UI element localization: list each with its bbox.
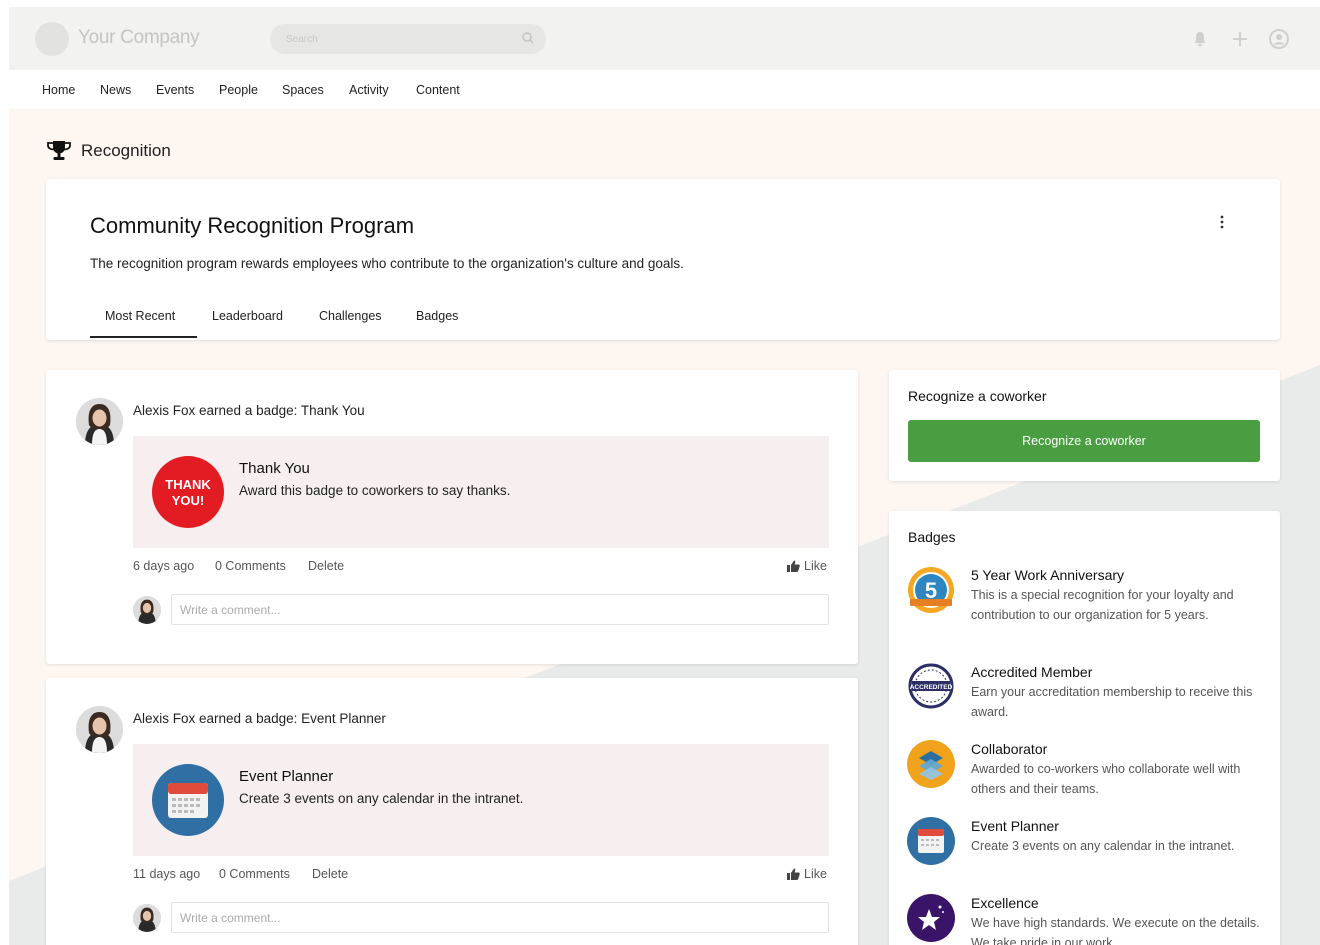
feed-post: Alexis Fox earned a badge: Thank You THA… — [46, 370, 858, 664]
nav-item-events[interactable]: Events — [156, 83, 194, 97]
badges-card: Badges 5 5 Year Work Anniversary This is… — [889, 511, 1280, 945]
avatar[interactable] — [76, 398, 123, 445]
badge-icon-text: ACCREDITED — [910, 684, 953, 691]
badge-title: Event Planner — [971, 818, 1059, 834]
avatar[interactable] — [76, 706, 123, 753]
top-bar: Your Company — [9, 7, 1320, 70]
program-title: Community Recognition Program — [90, 213, 415, 238]
like-label: Like — [804, 867, 827, 881]
delete-link[interactable]: Delete — [308, 559, 344, 573]
recognize-card: Recognize a coworker Recognize a coworke… — [889, 370, 1280, 481]
badge-description: Earn your accreditation membership to re… — [971, 685, 1253, 719]
badge-title: Thank You — [239, 460, 310, 477]
thank-you-badge-icon: THANK YOU! — [152, 456, 224, 528]
anniversary-badge-icon: 5 — [908, 567, 954, 613]
more-options-icon[interactable] — [1220, 215, 1224, 229]
badge-title: Accredited Member — [971, 664, 1093, 680]
post-time: 11 days ago — [133, 867, 201, 881]
badge-description: Create 3 events on any calendar in the i… — [239, 791, 524, 806]
post-time: 6 days ago — [133, 559, 195, 573]
calendar-badge-icon — [152, 764, 224, 836]
badge-title: Excellence — [971, 895, 1039, 911]
avatar — [133, 904, 161, 932]
comments-link[interactable]: 0 Comments — [219, 867, 290, 881]
plus-icon[interactable] — [1229, 28, 1251, 50]
program-description: The recognition program rewards employee… — [90, 256, 684, 271]
comments-link[interactable]: 0 Comments — [215, 559, 286, 573]
company-logo[interactable] — [35, 22, 69, 56]
program-card: Community Recognition Program The recogn… — [46, 179, 1280, 340]
nav-item-activity[interactable]: Activity — [349, 83, 389, 97]
bell-icon[interactable] — [1189, 28, 1211, 50]
badge-title: Collaborator — [971, 741, 1048, 757]
like-button[interactable]: Like — [787, 559, 827, 573]
page-title-text: Recognition — [81, 141, 171, 160]
badge-icon-text: THANK — [165, 477, 211, 492]
star-badge-icon — [907, 894, 955, 942]
trophy-icon — [47, 141, 71, 160]
nav-item-spaces[interactable]: Spaces — [282, 83, 324, 97]
user-icon[interactable] — [1268, 28, 1290, 50]
comment-input[interactable] — [171, 594, 829, 625]
tab-badges[interactable]: Badges — [416, 309, 458, 323]
search-input[interactable] — [270, 24, 546, 54]
thumbs-up-icon — [787, 868, 800, 880]
nav-item-people[interactable]: People — [219, 83, 258, 97]
main-nav: Home News Events People Spaces Activity … — [9, 70, 1320, 109]
badges-title: Badges — [908, 529, 956, 545]
recognize-coworker-button[interactable]: Recognize a coworker — [908, 420, 1260, 462]
badge-description: Awarded to co-workers who collaborate we… — [971, 762, 1241, 796]
badge-box: THANK YOU! Thank You Award this badge to… — [133, 436, 829, 548]
badge-description: Create 3 events on any calendar in the i… — [971, 839, 1235, 853]
badge-title: 5 Year Work Anniversary — [971, 567, 1125, 583]
active-tab-indicator — [90, 336, 197, 338]
accredited-badge-icon: ACCREDITED — [908, 663, 954, 709]
tab-most-recent[interactable]: Most Recent — [105, 309, 175, 323]
search-icon[interactable] — [520, 30, 536, 46]
page-title: Recognition — [46, 140, 171, 162]
like-label: Like — [804, 559, 827, 573]
content-area: Recognition Community Recognition Progra… — [9, 109, 1320, 945]
post-author[interactable]: Alexis Fox — [133, 403, 195, 418]
nav-item-news[interactable]: News — [100, 83, 131, 97]
recognize-title: Recognize a coworker — [908, 388, 1047, 404]
collaborator-badge-icon — [907, 740, 955, 788]
post-action: earned a badge: Event Planner — [195, 711, 386, 726]
nav-item-content[interactable]: Content — [416, 83, 460, 97]
nav-item-home[interactable]: Home — [42, 83, 75, 97]
badge-title: Event Planner — [239, 768, 334, 785]
badge-description: Award this badge to coworkers to say tha… — [239, 483, 511, 498]
badge-box: Event Planner Create 3 events on any cal… — [133, 744, 829, 856]
like-button[interactable]: Like — [787, 867, 827, 881]
badge-description: This is a special recognition for your l… — [971, 588, 1234, 622]
post-author[interactable]: Alexis Fox — [133, 711, 195, 726]
tab-challenges[interactable]: Challenges — [319, 309, 382, 323]
tab-leaderboard[interactable]: Leaderboard — [212, 309, 283, 323]
thumbs-up-icon — [787, 560, 800, 572]
company-name[interactable]: Your Company — [78, 27, 200, 49]
avatar — [133, 596, 161, 624]
comment-input[interactable] — [171, 902, 829, 933]
app-window: Your Company Home News Events People Spa… — [9, 7, 1320, 945]
post-headline: Alexis Fox earned a badge: Event Planner — [133, 711, 386, 726]
badge-icon-text: YOU! — [172, 493, 205, 508]
post-headline: Alexis Fox earned a badge: Thank You — [133, 403, 365, 418]
delete-link[interactable]: Delete — [312, 867, 348, 881]
post-action: earned a badge: Thank You — [195, 403, 365, 418]
badge-description: We have high standards. We execute on th… — [971, 916, 1260, 945]
feed-post: Alexis Fox earned a badge: Event Planner… — [46, 678, 858, 945]
calendar-badge-icon — [907, 817, 955, 865]
